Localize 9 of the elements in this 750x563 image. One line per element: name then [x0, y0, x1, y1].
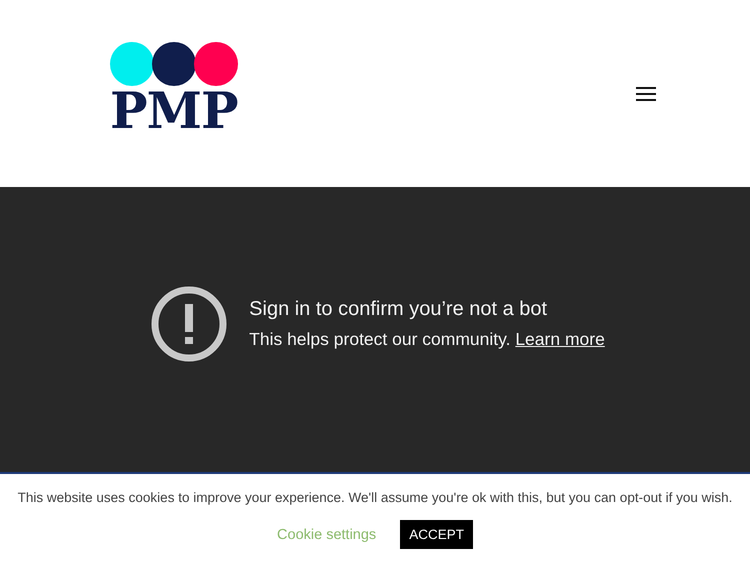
logo-circles-icon	[110, 42, 238, 88]
learn-more-link[interactable]: Learn more	[515, 328, 605, 348]
notice-text: This helps protect our community. Learn more	[249, 328, 605, 350]
cookie-notice-text: This website uses cookies to improve your experience. We'll assume you're ok with this, but you can opt-out if you wish.	[18, 490, 732, 505]
notice-title: Sign in to confirm you’re not a bot	[249, 298, 548, 320]
logo-text: PMP	[110, 88, 238, 134]
menu-icon[interactable]	[636, 86, 656, 100]
accept-button[interactable]: ACCEPT	[400, 520, 473, 549]
warning-icon	[151, 286, 228, 362]
